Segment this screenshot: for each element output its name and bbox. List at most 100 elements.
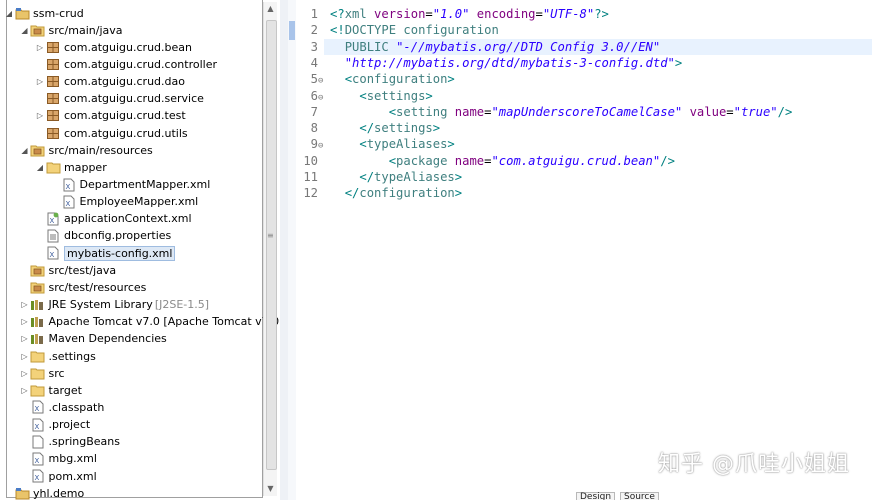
tree-item[interactable]: X .project xyxy=(20,416,90,433)
twisty-collapsed-icon[interactable]: ▷ xyxy=(20,296,30,313)
tree-item[interactable]: ▷ target xyxy=(20,382,82,399)
xml-editor[interactable]: 1 <?xml version="1.0" encoding="UTF-8"?> 2… xyxy=(288,0,872,500)
twisty-collapsed-icon[interactable]: ▷ xyxy=(20,382,30,399)
token-bracket: > xyxy=(447,72,455,87)
tree-item[interactable]: Xpom.xml xyxy=(20,468,97,485)
token-tag: xml xyxy=(344,7,367,21)
tree-item[interactable]: ◢ ssm-crud xyxy=(4,5,84,22)
tree-item[interactable]: ▷ .settings xyxy=(20,348,95,365)
watermark: 知乎 @爪哇小姐姐 xyxy=(658,452,850,477)
scrollbar-thumb[interactable] xyxy=(266,20,277,470)
tree-item[interactable]: Xmybatis-config.xml xyxy=(35,245,176,262)
twisty-collapsed-icon[interactable]: ▷ xyxy=(20,348,30,365)
change-marker xyxy=(289,21,295,40)
twisty-collapsed-icon[interactable]: ▷ xyxy=(20,365,30,382)
view-splitter[interactable] xyxy=(280,0,288,500)
code-line[interactable]: 3 PUBLIC "-//mybatis.org//DTD Config 3.0… xyxy=(296,39,661,55)
code-text: </configuration> xyxy=(330,185,462,201)
tree-item[interactable]: com.atguigu.crud.controller xyxy=(35,56,217,73)
tree-item[interactable]: yhl.demo xyxy=(4,485,84,500)
tree-item-label: src/main/java xyxy=(48,23,123,37)
code-text: <setting name = "mapUnderscoreToCamelCase"… xyxy=(330,104,793,120)
code-line[interactable]: 5⊖ <configuration> xyxy=(296,71,455,87)
twisty-collapsed-icon[interactable]: ▷ xyxy=(35,39,45,56)
twisty-expanded-icon[interactable]: ◢ xyxy=(20,22,30,39)
tree-item[interactable]: ▷ com.atguigu.crud.dao xyxy=(35,73,185,90)
tree-item[interactable]: X EmployeeMapper.xml xyxy=(51,193,198,210)
tree-item[interactable]: ▷ JRE System Library [J2SE-1.5] xyxy=(20,296,209,313)
tree-item[interactable]: com.atguigu.crud.service xyxy=(35,90,204,107)
tree-item[interactable]: ◢ src/main/java xyxy=(20,22,123,39)
code-line[interactable]: 7 <setting name = "mapUnderscoreToCamelCas… xyxy=(296,104,793,120)
code-line[interactable]: 6⊖ <settings> xyxy=(296,88,433,104)
code-line[interactable]: 4 "http://mybatis.org/dtd/mybatis-3-conf… xyxy=(296,55,683,71)
code-line[interactable]: 1 <?xml version="1.0" encoding="UTF-8"?> xyxy=(296,6,609,22)
tree-item-label: target xyxy=(48,383,82,397)
token-tag: settings xyxy=(374,121,433,136)
tree-item[interactable]: ▷ com.atguigu.crud.bean xyxy=(35,39,192,56)
tree-item[interactable]: X .classpath xyxy=(20,399,104,416)
line-number: 3 xyxy=(310,39,318,54)
code-line[interactable]: 12 </configuration> xyxy=(296,185,462,201)
package-icon xyxy=(45,126,61,140)
code-line[interactable]: 10 <package name="com.atguigu.crud.bean"… xyxy=(296,153,675,169)
token-tag: typeAliases xyxy=(374,170,455,184)
tree-item[interactable]: X DepartmentMapper.xml xyxy=(51,176,211,193)
token-attr: encoding xyxy=(476,7,536,21)
file-icon xyxy=(30,435,46,449)
tree-item-label: Apache Tomcat v7.0 [Apache Tomcat v7.0] xyxy=(48,315,281,329)
tree-item[interactable]: com.atguigu.crud.utils xyxy=(35,125,188,142)
code-text: <settings> xyxy=(330,88,432,104)
token-plain: = xyxy=(425,7,433,21)
tree-item[interactable]: src/test/resources xyxy=(20,279,146,296)
tab-source[interactable]: Source xyxy=(620,492,659,500)
tree-item[interactable]: Xmbg.xml xyxy=(20,450,97,467)
code-line[interactable]: 2 <!DOCTYPE configuration xyxy=(296,22,499,38)
twisty-collapsed-icon[interactable]: ▷ xyxy=(20,313,30,330)
twisty-expanded-icon[interactable]: ◢ xyxy=(4,5,14,22)
tree-item[interactable]: ▷ com.atguigu.crud.test xyxy=(35,107,186,124)
twisty-collapsed-icon[interactable]: ▷ xyxy=(35,73,45,90)
tree-item-label: DepartmentMapper.xml xyxy=(79,178,211,191)
token-tag: PUBLIC xyxy=(344,39,389,54)
tree-item[interactable]: ▷ src xyxy=(20,365,64,382)
code-line[interactable]: 8 </settings> xyxy=(296,120,440,136)
editor-bottom-tabs: Design Source xyxy=(576,489,872,500)
properties-file-icon xyxy=(45,229,61,243)
tree-item-label: mybatis-config.xml xyxy=(64,245,176,261)
code-line[interactable]: 11 </typeAliases> xyxy=(296,169,462,185)
tree-item[interactable]: src/test/java xyxy=(20,262,116,279)
code-line[interactable]: 9⊖ <typeAliases> xyxy=(296,136,455,152)
twisty-expanded-icon[interactable]: ◢ xyxy=(35,159,45,176)
scroll-up-arrow-icon[interactable]: ▲ xyxy=(264,2,277,16)
java-project-icon xyxy=(14,486,30,500)
tree-item-label: com.atguigu.crud.dao xyxy=(64,75,185,89)
tree-item[interactable]: ◢ src/main/resources xyxy=(20,142,152,159)
scroll-down-arrow-icon[interactable]: ▼ xyxy=(264,482,277,496)
line-number: 11 xyxy=(303,170,318,184)
code-text: <?xml version="1.0" encoding="UTF-8"?> xyxy=(330,6,609,22)
package-icon xyxy=(45,40,61,54)
twisty-expanded-icon[interactable]: ◢ xyxy=(20,142,30,159)
folder-icon xyxy=(30,383,46,397)
xml-file-icon: X xyxy=(30,469,46,483)
token-plain: = xyxy=(726,104,734,119)
tree-vertical-scrollbar[interactable]: ▲ ≡ ▼ xyxy=(263,2,277,496)
tree-item[interactable]: dbconfig.properties xyxy=(35,227,171,244)
token-bracket: > xyxy=(454,170,463,184)
twisty-collapsed-icon[interactable]: ▷ xyxy=(35,107,45,124)
tree-item[interactable]: XapplicationContext.xml xyxy=(35,210,192,227)
tab-design[interactable]: Design xyxy=(576,492,616,500)
tree-item-label: yhl.demo xyxy=(33,486,85,500)
twisty-collapsed-icon[interactable]: ▷ xyxy=(20,330,30,347)
tree-item[interactable]: ◢ mapper xyxy=(35,159,107,176)
tree-item[interactable]: ▷ Apache Tomcat v7.0 [Apache Tomcat v7.0] xyxy=(20,313,281,330)
source-folder-icon xyxy=(30,263,46,277)
token-bracket: < xyxy=(388,104,397,119)
tree-item-label: .springBeans xyxy=(48,435,121,449)
token-bracket: < xyxy=(388,153,397,168)
source-folder-icon xyxy=(30,280,46,294)
token-tag: typeAliases xyxy=(366,137,448,152)
tree-item[interactable]: ▷ Maven Dependencies xyxy=(20,330,166,347)
tree-item[interactable]: .springBeans xyxy=(20,433,121,450)
